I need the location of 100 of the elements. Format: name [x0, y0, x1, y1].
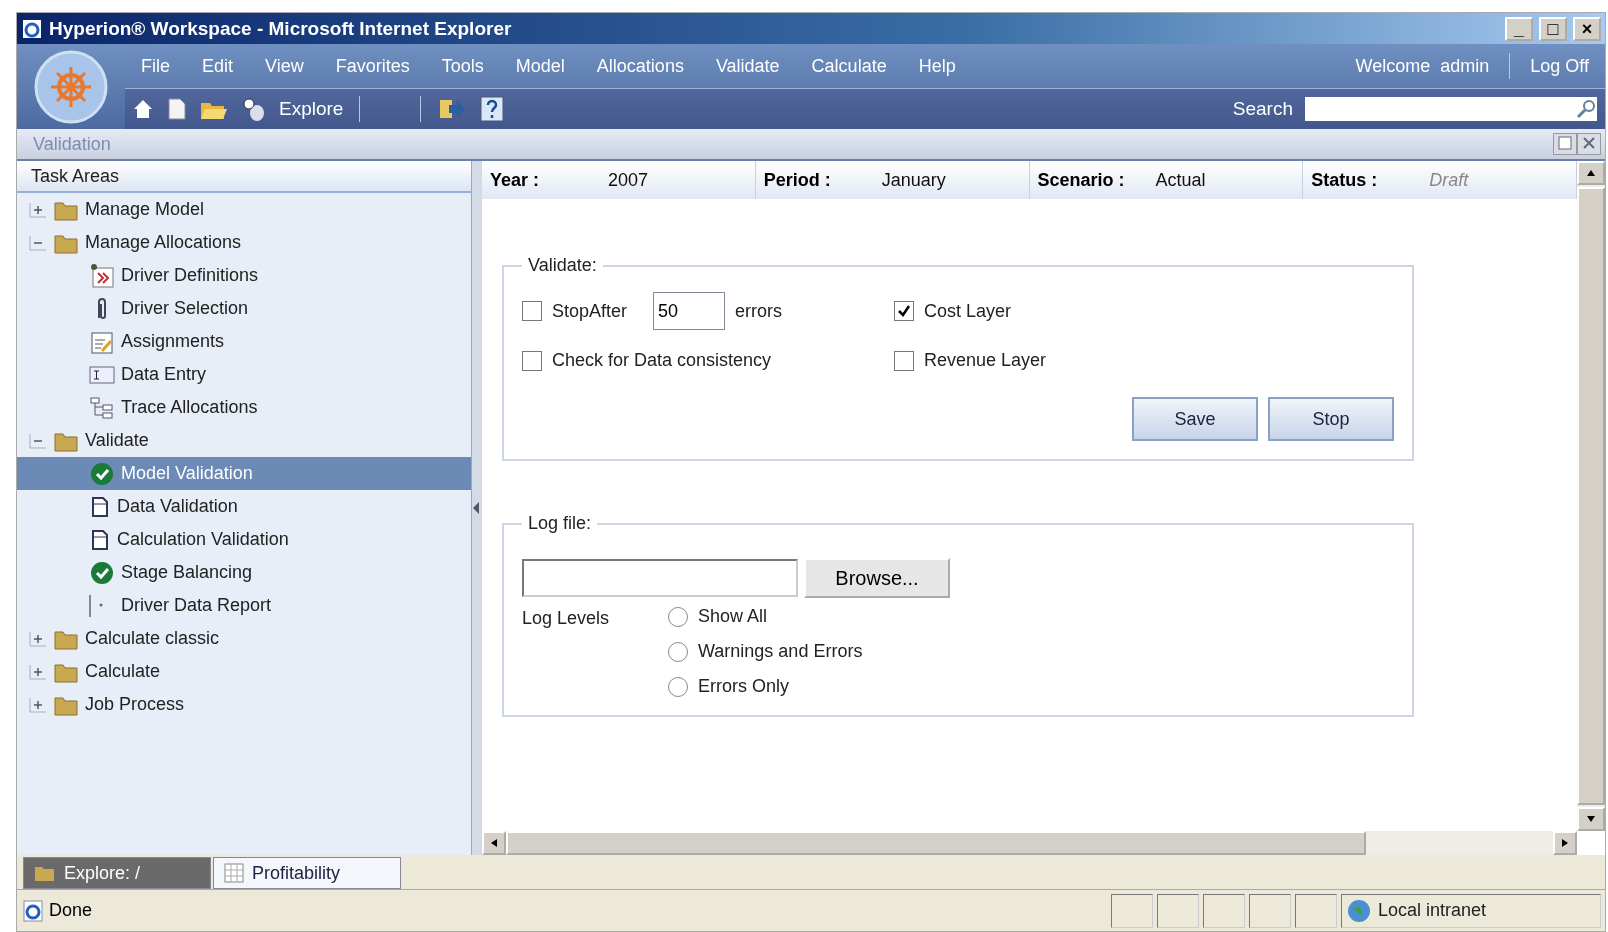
close-button[interactable]: × [1573, 16, 1601, 41]
vertical-scrollbar[interactable] [1577, 161, 1605, 831]
welcome-text: Welcome admin [1354, 55, 1491, 77]
pov-label: Status : [1311, 169, 1379, 191]
expand-toggle[interactable] [29, 663, 47, 680]
group-legend: Log file: [522, 513, 598, 534]
radio-button[interactable] [668, 606, 688, 627]
menu-item[interactable]: Model [499, 55, 581, 77]
task-areas-header: Task Areas [17, 161, 471, 193]
help-icon[interactable] [479, 95, 506, 123]
tree-item[interactable]: Calculate classic [17, 622, 471, 655]
tree-item[interactable]: Data Validation [17, 490, 471, 523]
zone-text: Local intranet [1378, 900, 1487, 921]
save-button[interactable]: Save [1132, 397, 1258, 441]
tree-item[interactable]: Manage Allocations [17, 226, 471, 259]
expand-toggle[interactable] [29, 201, 47, 218]
collapse-toggle[interactable] [29, 234, 47, 251]
menu-item[interactable]: Favorites [319, 55, 426, 77]
search-icon[interactable] [1575, 98, 1597, 120]
checkbox[interactable] [522, 301, 542, 321]
checkmark-icon [89, 559, 115, 586]
search-field[interactable] [1305, 97, 1597, 121]
tree-item[interactable]: Model Validation [17, 457, 471, 490]
tree-item[interactable]: Manage Model [17, 193, 471, 226]
checkbox[interactable] [894, 350, 914, 371]
tree-item[interactable]: Calculation Validation [17, 523, 471, 556]
maximize-button[interactable]: □ [1539, 16, 1567, 41]
grid-icon [224, 863, 244, 883]
pov-label: Period : [763, 169, 832, 191]
status-panel [1203, 893, 1245, 928]
report-icon [89, 594, 103, 617]
expand-toggle[interactable] [29, 630, 47, 647]
minimize-button[interactable]: _ [1505, 16, 1533, 41]
window-title: Hyperion® Workspace - Microsoft Internet Explorer [49, 17, 513, 40]
explore-button[interactable]: Explore [279, 98, 344, 120]
tree-item[interactable]: Job Process [17, 688, 471, 721]
checkbox-label: Revenue Layer [924, 350, 1047, 371]
menu-item[interactable]: Tools [425, 55, 500, 77]
close-icon [1582, 135, 1596, 150]
radio-button[interactable] [668, 676, 688, 697]
checkbox-label: StopAfter [552, 300, 628, 322]
status-panel [1111, 893, 1153, 928]
scroll-left-icon[interactable] [489, 838, 499, 848]
menu-item[interactable]: File [125, 55, 186, 77]
status-panel [1157, 893, 1199, 928]
new-document-icon[interactable] [167, 97, 187, 121]
tree-item[interactable]: Stage Balancing [17, 556, 471, 589]
menu-item[interactable]: Validate [699, 55, 796, 77]
hierarchy-icon [89, 394, 115, 421]
radio-label: Show All [698, 606, 768, 627]
radio-button[interactable] [668, 641, 688, 662]
log-file-field[interactable] [522, 559, 798, 597]
driver-icon [89, 262, 115, 289]
checkbox-label: Check for Data consistency [552, 350, 772, 371]
menu-item[interactable]: Edit [186, 55, 250, 77]
close-panel-button[interactable] [1577, 133, 1601, 155]
radio-label: Errors Only [698, 676, 789, 697]
pov-label: Scenario : [1037, 169, 1126, 191]
bottom-tab[interactable]: Profitability [213, 857, 401, 889]
bottom-tab[interactable]: Explore: / [23, 857, 211, 889]
page-icon [21, 898, 45, 923]
panel-title: Validation [33, 133, 112, 155]
collapse-toggle[interactable] [29, 432, 47, 449]
log-levels-label: Log Levels [522, 608, 611, 629]
search-label: Search [1232, 98, 1293, 120]
expand-toggle[interactable] [29, 696, 47, 713]
stop-button[interactable]: Stop [1268, 397, 1394, 441]
group-legend: Validate: [522, 255, 603, 276]
browse-button[interactable]: Browse... [804, 558, 950, 598]
error-count-field[interactable]: 50 [653, 292, 726, 330]
log-off-link[interactable]: Log Off [1514, 55, 1605, 77]
checkbox[interactable] [522, 350, 542, 371]
radio-label: Warnings and Errors [698, 641, 863, 662]
globe-icon [1346, 897, 1372, 924]
menu-item[interactable]: Calculate [795, 55, 903, 77]
tree-item[interactable]: Driver Data Report [17, 589, 471, 622]
tree-item[interactable]: Trace Allocations [17, 391, 471, 424]
scroll-down-icon[interactable] [1586, 814, 1596, 824]
menu-item[interactable]: View [249, 55, 320, 77]
scroll-up-icon[interactable] [1586, 168, 1596, 178]
pov-value: Actual [1155, 169, 1206, 191]
restore-button[interactable] [1553, 133, 1577, 155]
tree-item[interactable]: Driver Selection [17, 292, 471, 325]
checkbox-label: Cost Layer [924, 300, 1012, 322]
menu-item[interactable]: Allocations [580, 55, 700, 77]
status-text: Done [49, 900, 94, 921]
checkbox[interactable] [894, 301, 914, 321]
horizontal-scrollbar[interactable] [482, 831, 1577, 855]
tree-item[interactable]: Calculate [17, 655, 471, 688]
menu-item[interactable]: Help [902, 55, 972, 77]
document-icon [89, 527, 111, 552]
restore-icon [1558, 135, 1572, 150]
explore-icon[interactable] [241, 96, 267, 122]
pov-value: January [881, 169, 946, 191]
pov-value: Draft [1429, 169, 1469, 191]
tree-item[interactable]: Driver Definitions [17, 259, 471, 292]
scroll-right-icon[interactable] [1560, 838, 1570, 848]
tree-item[interactable]: Assignments [17, 325, 471, 358]
tree-item[interactable]: Validate [17, 424, 471, 457]
tree-item[interactable]: Data Entry [17, 358, 471, 391]
